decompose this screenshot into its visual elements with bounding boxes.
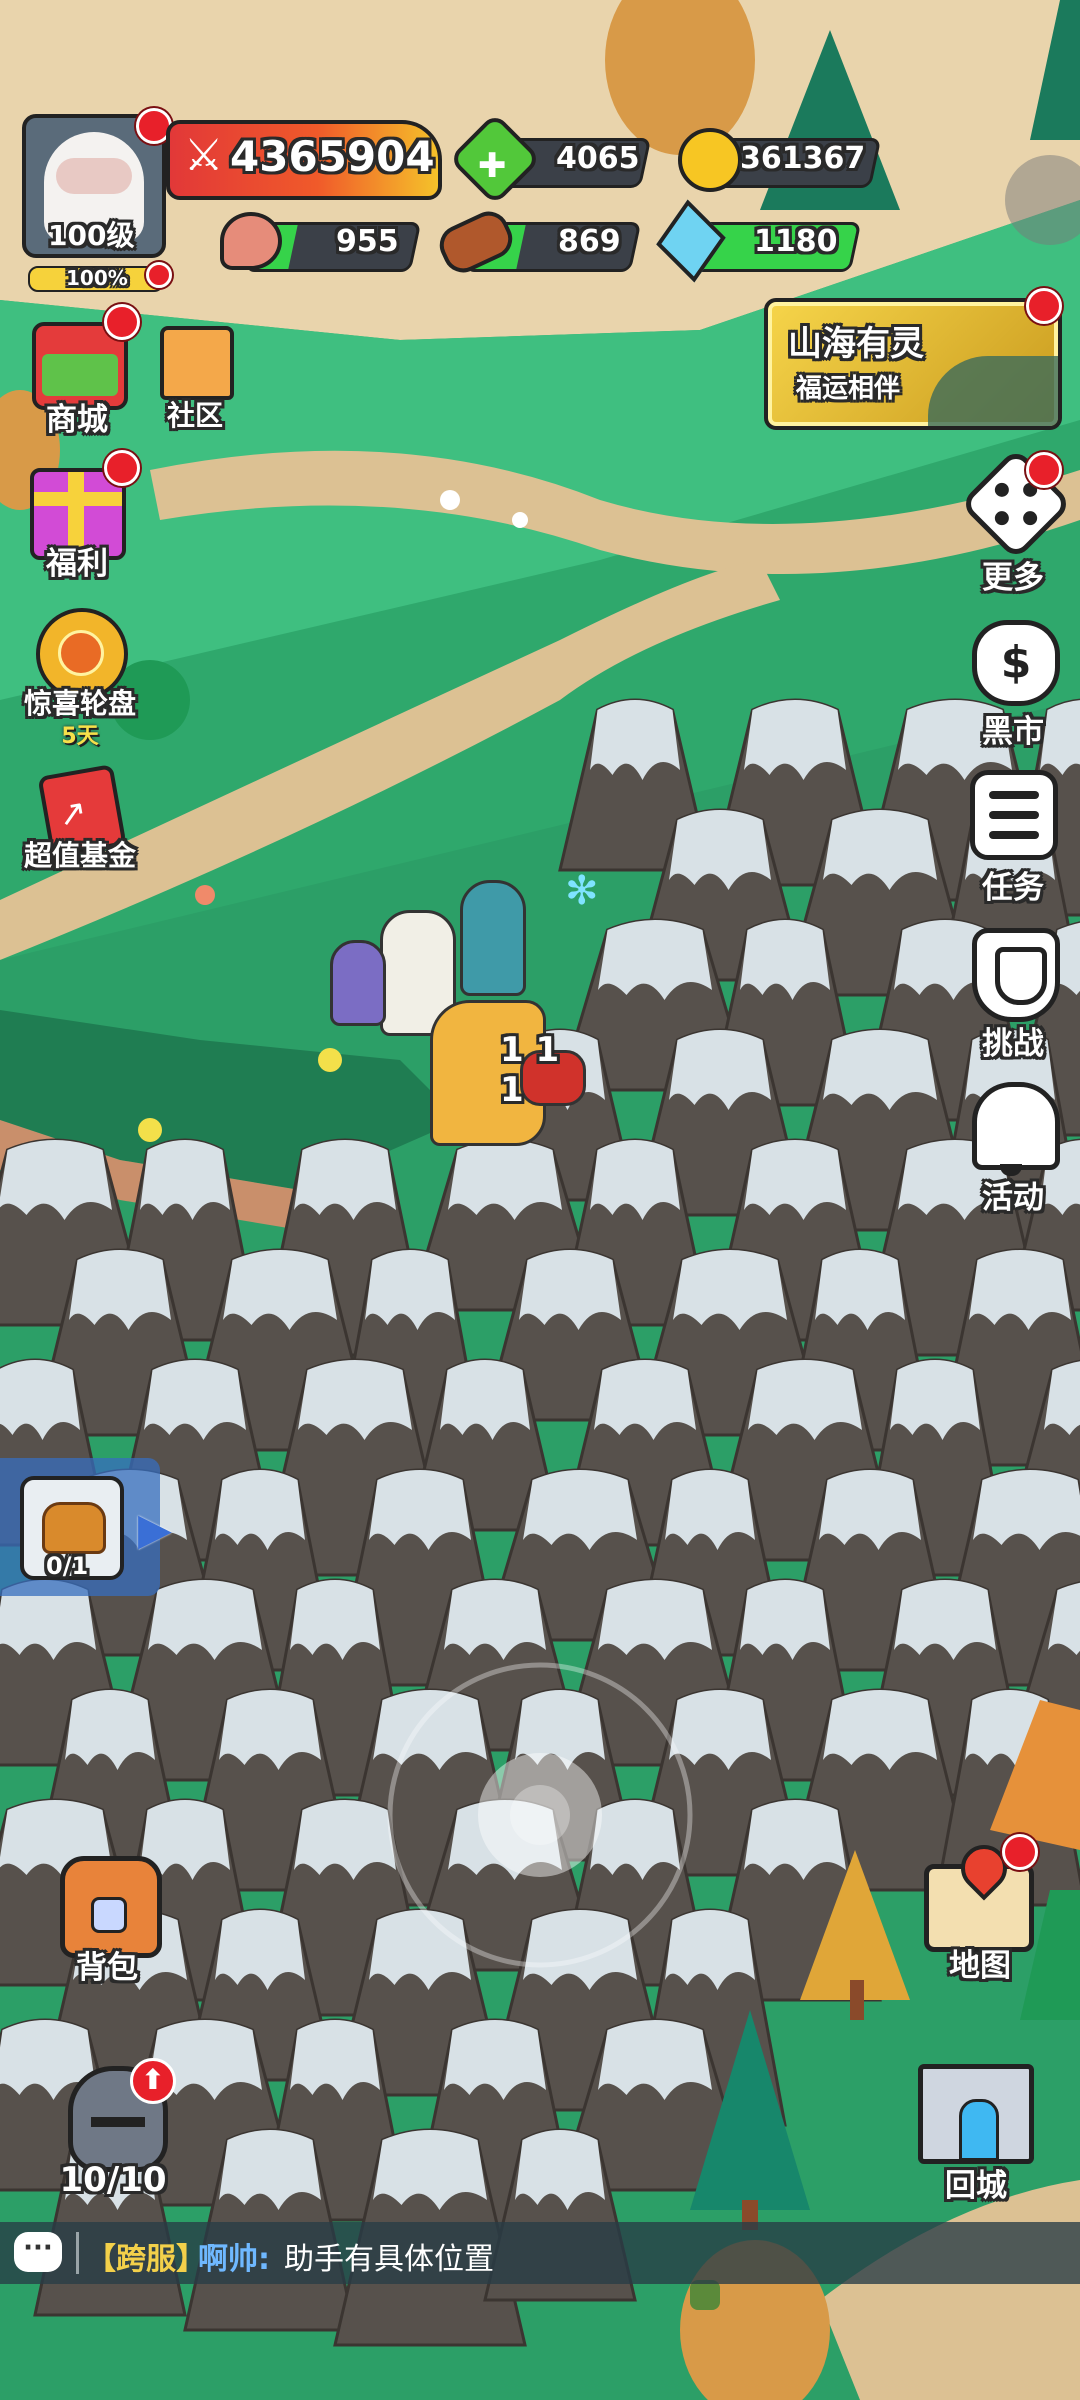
chat-message: 助手有具体位置 [284,2242,494,2277]
exp-percent: 100% [66,266,128,290]
hero-party[interactable]: 1 1 1 [320,880,586,1180]
list-icon [970,770,1058,860]
gem-value: 4065 [556,141,640,176]
activity-label: 活动 [982,1180,1044,1216]
challenge-label: 挑战 [982,1026,1044,1062]
power-value: 4365904 [230,132,435,181]
more-label: 更多 [982,560,1044,596]
black-market-label: 黑市 [982,714,1044,750]
meat-icon [220,212,282,270]
snowflake-icon: ✻ [565,868,599,914]
return-city-button[interactable]: 回城 [906,2050,1046,2210]
event-banner[interactable]: 山海有灵 福运相伴 [764,298,1062,430]
shop-notify-dot [104,304,140,340]
castle-icon [918,2064,1034,2164]
shield-icon [972,928,1060,1022]
quest-count: 0/1 [46,1552,89,1580]
community-button[interactable]: 社区 [140,316,250,432]
heroes-count: 10/10 [59,2160,167,2200]
expand-arrow-icon[interactable]: ▶ [138,1504,172,1555]
return-city-label: 回城 [945,2168,1007,2204]
gold-coin-icon [678,128,742,192]
money-bag-icon: $ [972,620,1060,706]
backpack-button[interactable]: 背包 [42,1846,172,1996]
wheel-button[interactable]: 惊喜轮盘 5天 [10,606,150,749]
map-notify-dot [1002,1834,1038,1870]
challenge-button[interactable]: 挑战 [958,918,1068,1062]
more-notify-dot [1026,452,1062,488]
damage-numbers: 1 1 1 [500,1030,560,1110]
event-subtitle: 福运相伴 [796,374,901,404]
upgrade-arrow-icon: ⬆ [130,2058,176,2104]
wood-value: 869 [558,224,621,259]
player-level: 100级 [48,219,135,252]
event-notify-dot [1026,288,1062,324]
quest-tracker-panel[interactable]: 0/1 ▶ [0,1458,172,1596]
welfare-notify-dot [104,450,140,486]
fund-label: 超值基金 [23,839,136,872]
shop-label: 商城 [46,402,108,438]
gold-value: 361367 [740,141,866,176]
activity-button[interactable]: 活动 [958,1074,1068,1216]
backpack-label: 背包 [76,1950,138,1986]
tasks-button[interactable]: 任务 [958,762,1068,906]
crossed-swords-icon: ⚔ [184,130,224,181]
map-icon [924,1835,1034,1952]
fund-button[interactable]: ↗ 超值基金 [10,764,150,884]
chat-bubble-icon[interactable]: ··· [14,2232,62,2272]
wheel-label: 惊喜轮盘 [23,687,136,720]
meat-value: 955 [336,224,399,259]
map-label: 地图 [949,1948,1011,1984]
chat-bar[interactable]: ··· 【跨服】 啊帅: 助手有具体位置 [0,2222,1080,2284]
hero-purple [330,940,386,1026]
welfare-label: 福利 [46,546,108,582]
chat-channel: 【跨服】 [86,2242,206,2277]
crystal-value: 1180 [754,224,838,259]
event-title: 山海有灵 [788,324,924,364]
chat-user: 啊帅: [198,2242,270,2277]
house-icon [160,326,234,400]
black-market-button[interactable]: $ 黑市 [958,606,1068,750]
hero-green-hair [460,880,526,996]
tasks-label: 任务 [982,870,1044,906]
exp-notify-dot [146,262,172,288]
power-panel: ⚔ 4365904 [166,120,442,200]
wheel-timer: 5天 [61,724,99,749]
community-label: 社区 [166,399,223,432]
bell-icon [972,1082,1060,1170]
